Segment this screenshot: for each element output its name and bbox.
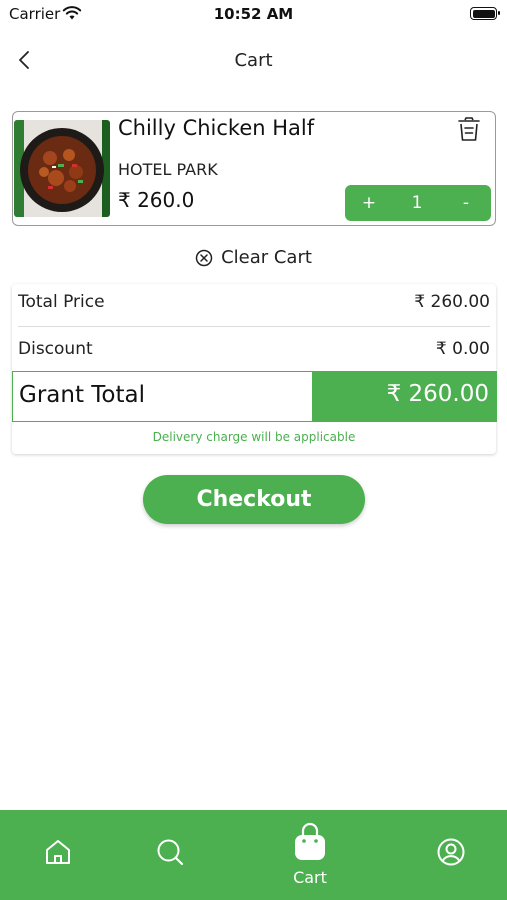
divider [18, 326, 490, 327]
clear-cart-label: Clear Cart [221, 247, 312, 268]
battery-icon [470, 7, 500, 20]
status-time: 10:52 AM [213, 5, 294, 23]
close-circle-icon [195, 249, 213, 266]
discount-value: ₹ 0.00 [435, 339, 490, 359]
bottom-nav: Cart [0, 810, 507, 900]
discount-row: Discount ₹ 0.00 [18, 339, 490, 365]
decrement-button[interactable]: - [452, 193, 480, 213]
cart-bag-icon[interactable] [291, 822, 329, 862]
item-hotel-name: HOTEL PARK [118, 160, 218, 179]
status-bar: Carrier 10:52 AM [0, 0, 507, 30]
search-icon[interactable] [155, 837, 185, 867]
nav-cart-label[interactable]: Cart [280, 868, 340, 887]
profile-icon[interactable] [436, 837, 466, 867]
quantity-stepper: + 1 - [345, 185, 491, 221]
delivery-note: Delivery charge will be applicable [152, 430, 356, 444]
checkout-button[interactable]: Checkout [143, 475, 365, 524]
item-price: ₹ 260.0 [118, 188, 195, 212]
quantity-value: 1 [411, 193, 423, 213]
page-title: Cart [234, 50, 273, 71]
item-name: Chilly Chicken Half [118, 116, 315, 140]
cart-item-card: Chilly Chicken Half HOTEL PARK ₹ 260.0 +… [12, 111, 496, 226]
clear-cart-row: Clear Cart [0, 247, 507, 271]
price-summary-card: Total Price ₹ 260.00 Discount ₹ 0.00 Gra… [12, 284, 497, 454]
grand-total-label: Grant Total [19, 382, 145, 408]
grand-total-row: Grant Total ₹ 260.00 [12, 370, 497, 422]
clear-cart-button[interactable]: Clear Cart [195, 247, 312, 268]
home-icon[interactable] [43, 837, 73, 867]
grand-total-value-box: ₹ 260.00 [312, 370, 497, 422]
total-price-value: ₹ 260.00 [414, 292, 490, 312]
discount-label: Discount [18, 339, 93, 359]
food-image [14, 120, 110, 217]
trash-icon[interactable] [456, 116, 482, 142]
total-price-label: Total Price [18, 292, 105, 312]
nav-header: Cart [0, 40, 507, 80]
grand-total-value: ₹ 260.00 [386, 380, 489, 407]
increment-button[interactable]: + [355, 193, 383, 213]
total-price-row: Total Price ₹ 260.00 [18, 292, 490, 318]
